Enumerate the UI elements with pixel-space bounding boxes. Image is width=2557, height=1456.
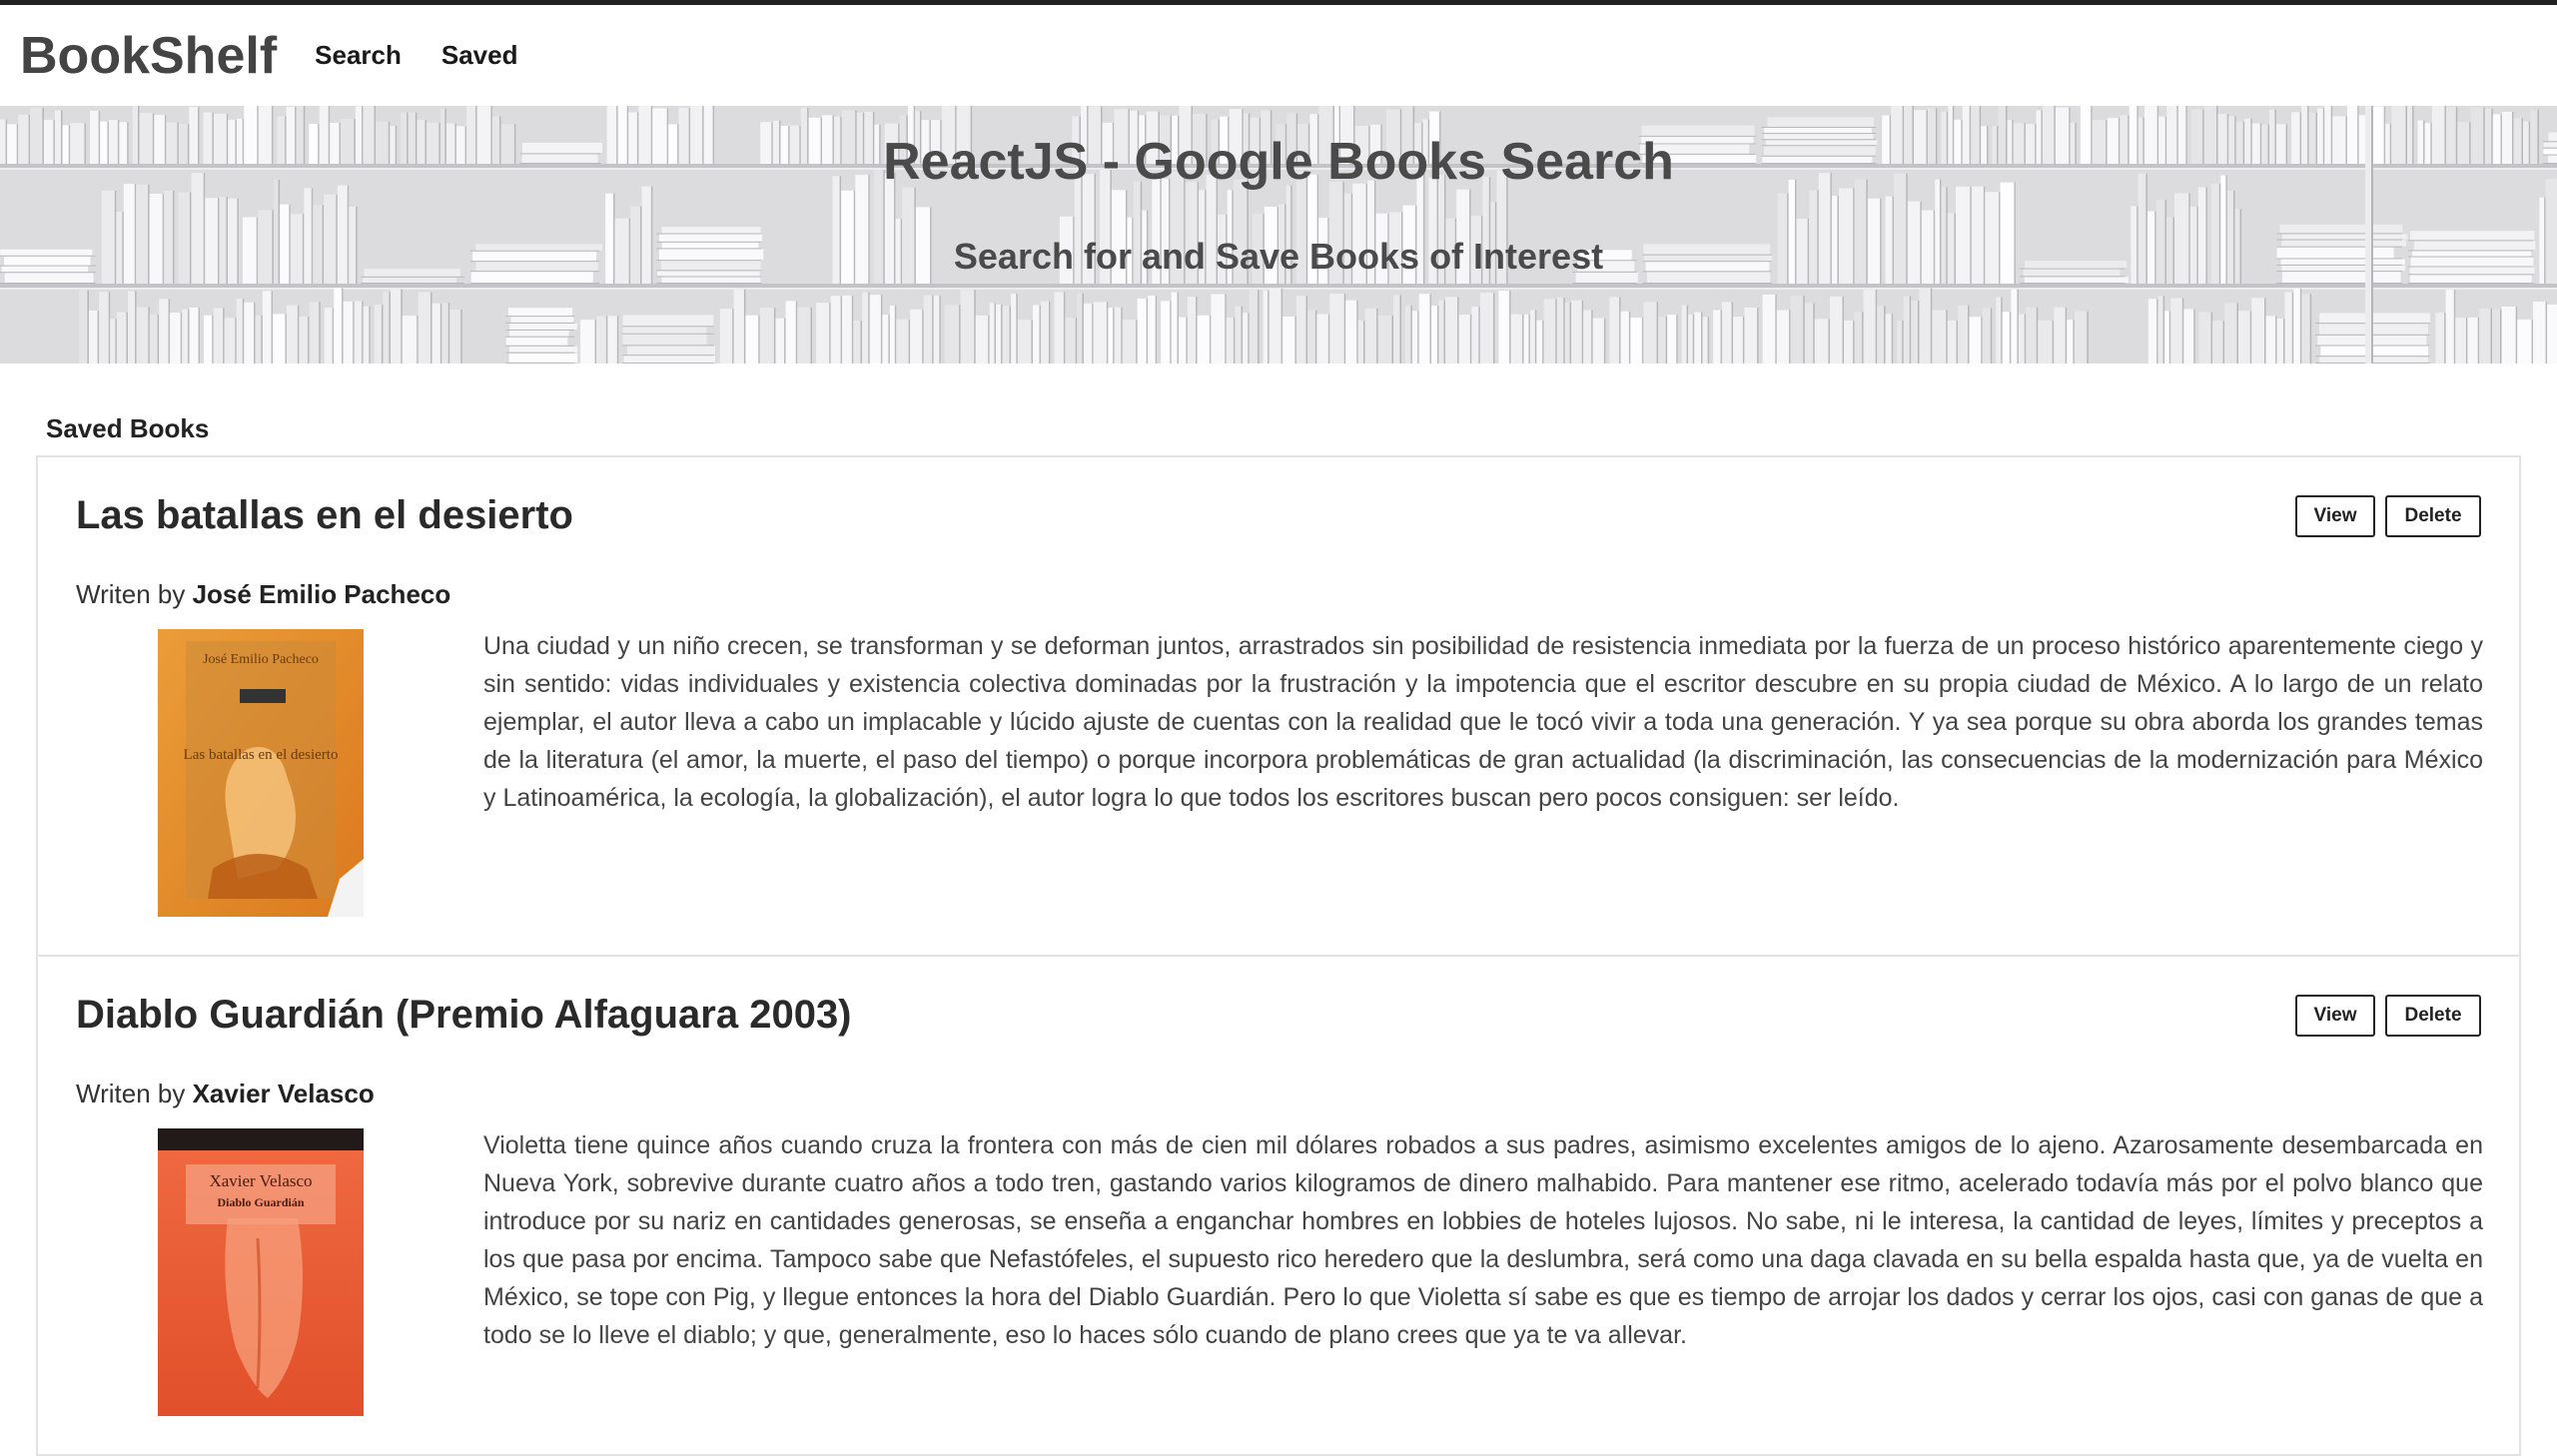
cover-author-text: Xavier Velasco bbox=[209, 1171, 312, 1190]
view-button[interactable]: View bbox=[2295, 995, 2375, 1037]
book-actions: View Delete bbox=[2295, 495, 2481, 537]
book-author: Xavier Velasco bbox=[192, 1079, 375, 1108]
navbar: BookShelf Search Saved bbox=[0, 0, 2557, 106]
author-line: Writen by Xavier Velasco bbox=[76, 1079, 375, 1109]
book-item: Las batallas en el desierto View Delete … bbox=[38, 457, 2519, 957]
nav-link-search[interactable]: Search bbox=[315, 40, 402, 71]
cover-author-text: José Emilio Pacheco bbox=[203, 652, 319, 667]
written-by-label: Writen by bbox=[76, 1079, 186, 1108]
page-title: ReactJS - Google Books Search bbox=[883, 133, 1674, 191]
cover-title-text: Diablo Guardián bbox=[217, 1195, 304, 1209]
book-cover-image: Xavier Velasco Diablo Guardián bbox=[158, 1128, 364, 1416]
book-description: Una ciudad y un niño crecen, se transfor… bbox=[483, 632, 2483, 812]
delete-button[interactable]: Delete bbox=[2385, 995, 2481, 1037]
jumbotron: ReactJS - Google Books Search Search for… bbox=[0, 106, 2557, 364]
cover-title-text: Las batallas en el desierto bbox=[184, 747, 339, 763]
author-line: Writen by José Emilio Pacheco bbox=[76, 579, 450, 610]
page-subtitle: Search for and Save Books of Interest bbox=[953, 236, 1604, 277]
written-by-label: Writen by bbox=[76, 579, 186, 609]
book-actions: View Delete bbox=[2295, 995, 2481, 1037]
book-title: Diablo Guardián (Premio Alfaguara 2003) bbox=[76, 993, 852, 1037]
saved-books-heading: Saved Books bbox=[46, 413, 210, 443]
saved-books-list: Las batallas en el desierto View Delete … bbox=[36, 455, 2521, 1456]
delete-button[interactable]: Delete bbox=[2385, 495, 2481, 537]
nav-link-saved[interactable]: Saved bbox=[441, 40, 518, 71]
book-author: José Emilio Pacheco bbox=[192, 579, 451, 609]
book-title: Las batallas en el desierto bbox=[76, 493, 573, 537]
book-cover-image: José Emilio Pacheco Las batallas en el d… bbox=[158, 629, 364, 917]
brand-logo[interactable]: BookShelf bbox=[20, 26, 277, 86]
book-description: Violetta tiene quince años cuando cruza … bbox=[483, 1131, 2483, 1349]
view-button[interactable]: View bbox=[2295, 495, 2375, 537]
book-item: Diablo Guardián (Premio Alfaguara 2003) … bbox=[38, 957, 2519, 1456]
